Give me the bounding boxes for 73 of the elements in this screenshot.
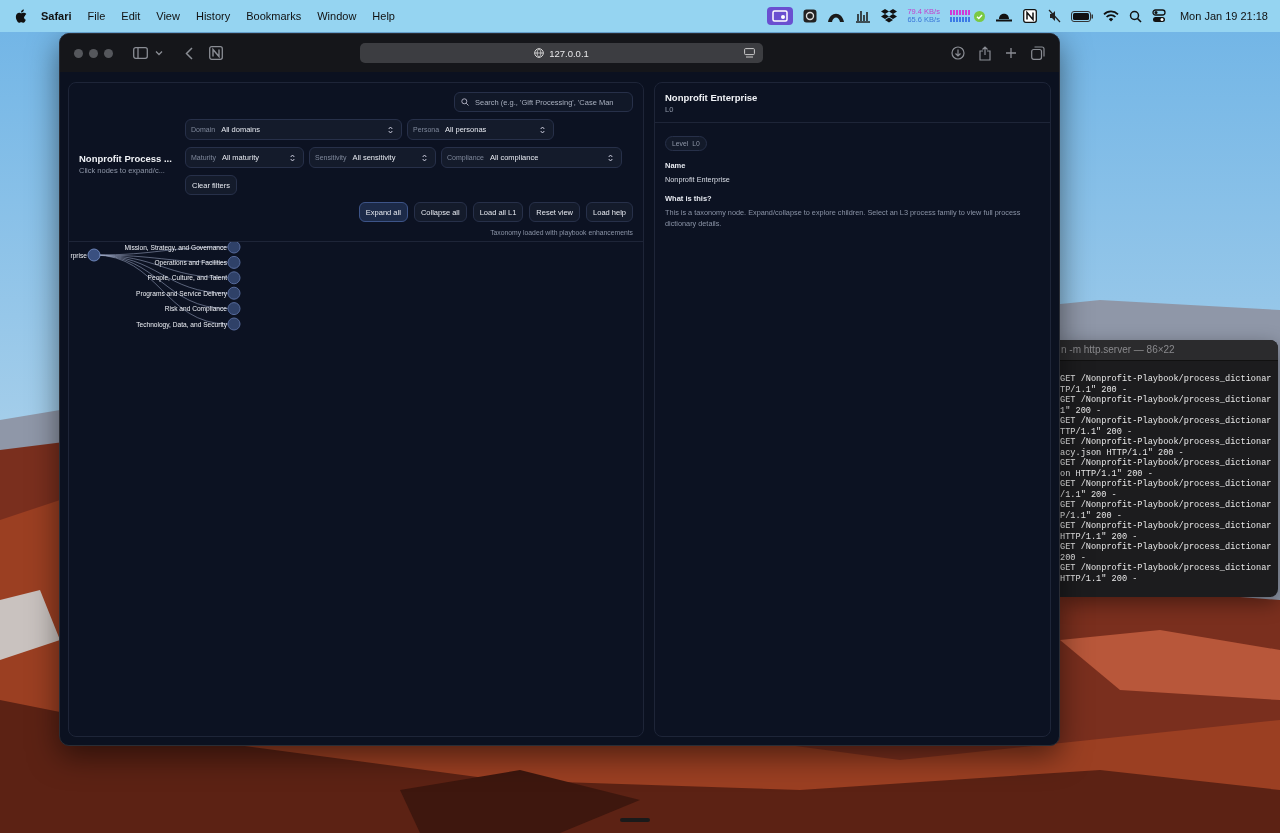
terminal-line: 1" 200 - — [1060, 405, 1102, 416]
mute-icon[interactable] — [1046, 9, 1061, 23]
address-bar[interactable]: 127.0.0.1 — [360, 43, 763, 63]
terminal-line: /1.1" 200 - — [1060, 489, 1117, 500]
battery-icon[interactable] — [1070, 10, 1093, 22]
bars-icon[interactable] — [855, 9, 872, 23]
terminal-title: n -m http.server — 86×22 — [1060, 340, 1278, 361]
tree-node[interactable] — [227, 242, 241, 254]
menu-item[interactable]: File — [87, 10, 106, 22]
terminal-line: GET /Nonprofit-Playbook/process_dictionar — [1060, 521, 1272, 532]
menu-item[interactable]: Safari — [41, 10, 72, 22]
tree-node[interactable] — [227, 317, 241, 331]
tree-node[interactable] — [87, 248, 101, 262]
screen-share-icon[interactable] — [767, 7, 794, 25]
terminal-line: GET /Nonprofit-Playbook/process_dictionar — [1060, 479, 1272, 490]
updown-icon — [422, 153, 427, 162]
terminal-line: GET /Nonprofit-Playbook/process_dictionar — [1060, 542, 1272, 553]
tree-node[interactable] — [227, 271, 241, 285]
n-logo-icon[interactable] — [1022, 9, 1037, 23]
terminal-line: TTP/1.1" 200 - — [1060, 426, 1133, 437]
close-icon[interactable] — [74, 48, 83, 58]
terminal-line: GET /Nonprofit-Playbook/process_dictionar — [1060, 416, 1272, 427]
updown-icon — [608, 153, 613, 162]
tree-node[interactable] — [227, 286, 241, 300]
menu-item[interactable]: History — [195, 10, 231, 22]
terminal-line: GET /Nonprofit-Playbook/process_dictionar — [1060, 563, 1272, 574]
updown-icon — [290, 153, 295, 162]
terminal-line: GET /Nonprofit-Playbook/process_dictionar — [1060, 395, 1272, 406]
menu-item[interactable]: Bookmarks — [246, 10, 302, 22]
zoom-icon[interactable] — [104, 48, 113, 58]
menu-item[interactable]: Window — [317, 10, 357, 22]
search-icon[interactable] — [1128, 9, 1142, 23]
terminal-line: acy.json HTTP/1.1" 200 - — [1060, 447, 1184, 458]
updown-icon — [388, 125, 393, 134]
terminal-line: HTTP/1.1" 200 - — [1060, 531, 1138, 542]
apple-logo-icon[interactable] — [15, 9, 27, 23]
menu-item[interactable]: Help — [372, 10, 395, 22]
gear-icon[interactable] — [803, 9, 818, 23]
sidebar-icon[interactable] — [133, 47, 148, 59]
download-icon[interactable] — [951, 46, 965, 60]
meter-icon — [949, 9, 972, 23]
menu-item[interactable]: Edit — [121, 10, 141, 22]
search-icon — [461, 98, 469, 106]
control-center-icon[interactable] — [1151, 9, 1166, 23]
terminal-line: 200 - — [1060, 552, 1086, 563]
app-title: Nonprofit Process ... — [79, 153, 173, 164]
terminal-line: on HTTP/1.1" 200 - — [1060, 468, 1153, 479]
terminal-line: GET /Nonprofit-Playbook/process_dictionar — [1060, 374, 1272, 385]
dropbox-icon[interactable] — [881, 9, 898, 23]
plus-icon[interactable] — [1005, 47, 1017, 59]
terminal-line: TP/1.1" 200 - — [1060, 384, 1128, 395]
menu-clock[interactable]: Mon Jan 19 21:18 — [1179, 10, 1268, 22]
terminal-line: GET /Nonprofit-Playbook/process_dictionar — [1060, 500, 1272, 511]
tree-node[interactable] — [227, 255, 241, 269]
terminal-line: P/1.1" 200 - — [1060, 510, 1122, 521]
share-icon[interactable] — [979, 45, 991, 61]
updown-icon — [540, 125, 545, 134]
globe-icon — [534, 48, 545, 58]
menu-item[interactable]: View — [156, 10, 180, 22]
terminal-line: GET /Nonprofit-Playbook/process_dictionar — [1060, 458, 1272, 469]
terminal-line: GET /Nonprofit-Playbook/process_dictionar — [1060, 437, 1272, 448]
home-indicator — [620, 818, 650, 822]
url-text: 127.0.0.1 — [549, 47, 589, 59]
wifi-icon[interactable] — [1102, 10, 1119, 22]
chevron-down-icon[interactable] — [155, 50, 163, 56]
detail-title: Nonprofit Enterprise — [665, 92, 759, 103]
check-icon — [973, 10, 985, 22]
terminal-line: HTTP/1.1" 200 - — [1060, 573, 1138, 584]
back-icon[interactable] — [185, 46, 193, 60]
minimize-icon[interactable] — [89, 48, 98, 58]
tree-node[interactable] — [227, 302, 241, 316]
reader-icon[interactable] — [744, 48, 755, 58]
tabs-icon[interactable] — [1031, 46, 1045, 60]
